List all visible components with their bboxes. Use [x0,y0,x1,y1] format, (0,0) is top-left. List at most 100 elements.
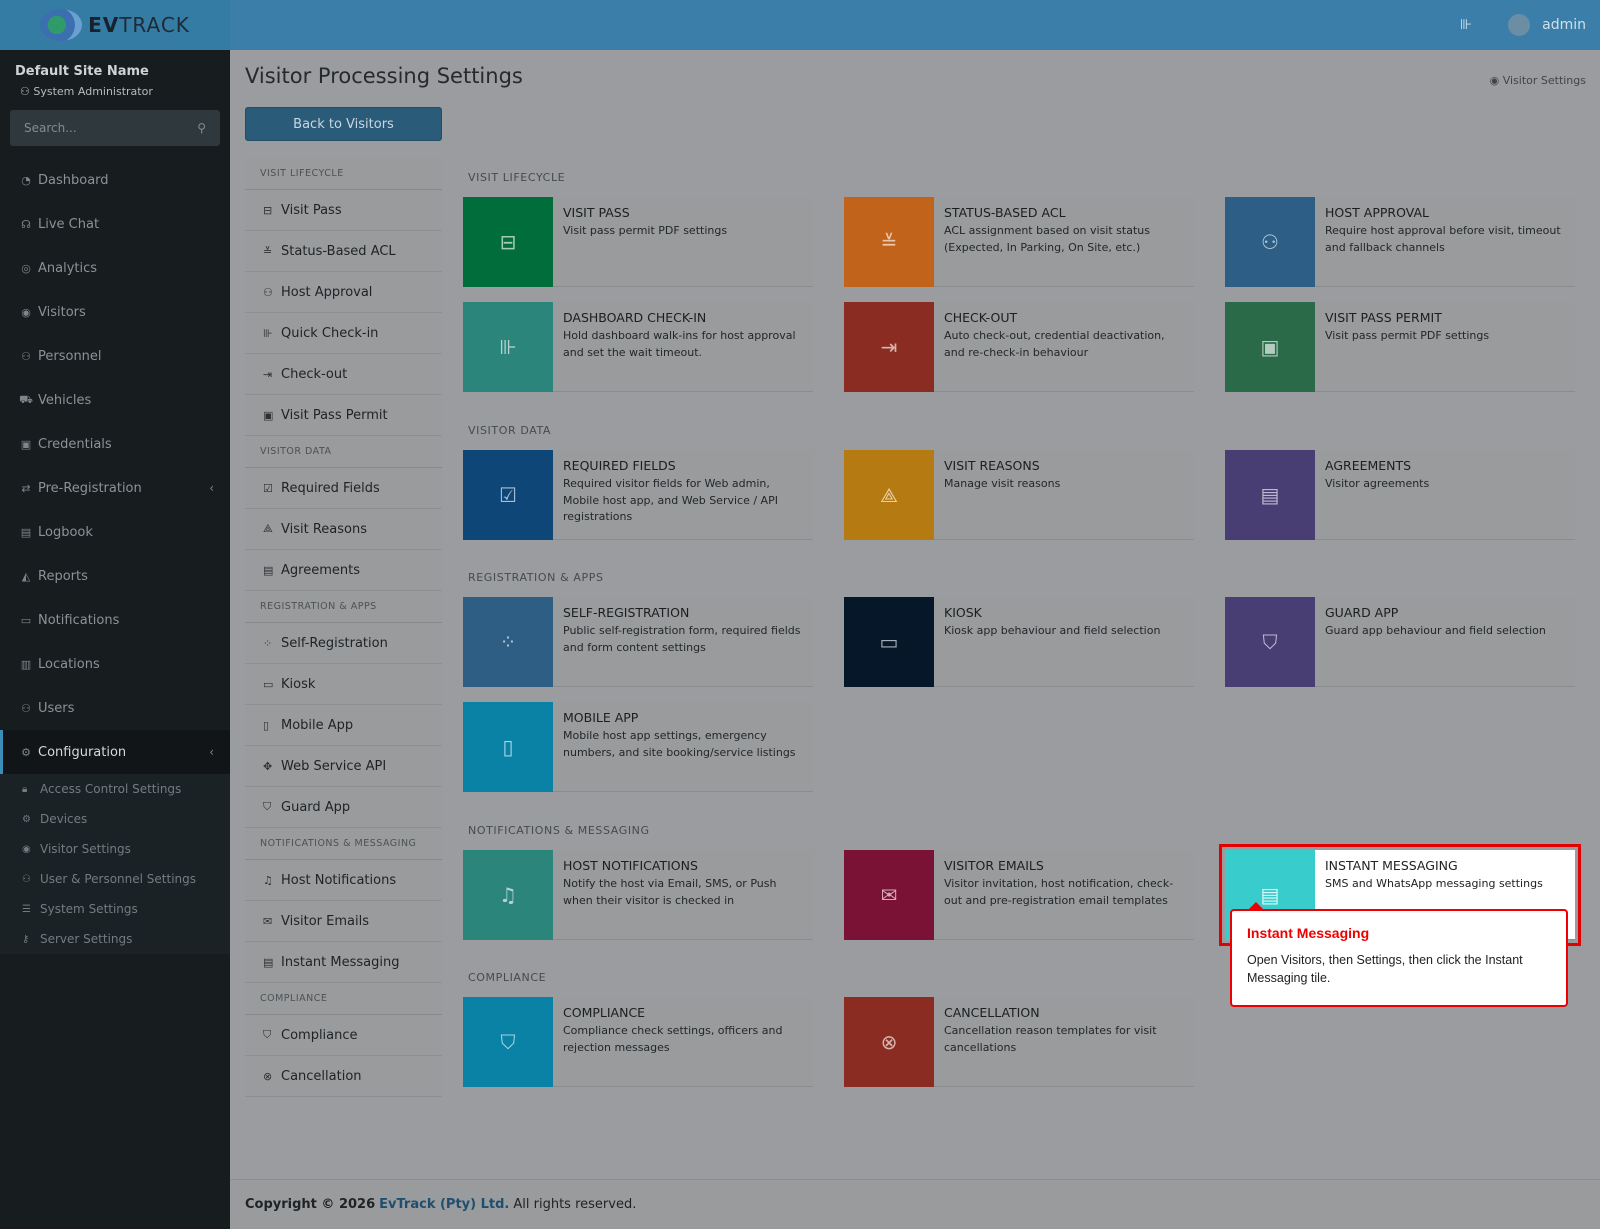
map-icon: ▥ [20,657,32,671]
tile-status-acl[interactable]: ≚ STATUS-BASED ACL ACL assignment based o… [844,197,1194,287]
sidebar-search-input[interactable]: Search... ⚲ [10,110,220,146]
menu-section-title: NOTIFICATIONS & MESSAGING [245,828,442,860]
tile-compliance[interactable]: ⛉ COMPLIANCE Compliance check settings, o… [463,997,813,1087]
tile-visit-pass-permit[interactable]: ▣ VISIT PASS PERMIT Visit pass permit PDF… [1225,302,1575,392]
sidebar-item-vehicles[interactable]: ⛟ Vehicles [0,378,230,422]
shapes-icon: ⟁ [844,450,934,540]
dashboard-icon: ◔ [21,173,31,187]
list-check-icon: ≚ [844,197,934,287]
door-icon: ⊪ [463,302,553,392]
chart-icon: ◭ [21,569,31,583]
sidebar-subitem-devices[interactable]: ⚙ Devices [0,804,230,834]
shield-check-icon: ⛉ [463,997,553,1087]
ticket-icon: ⊟ [263,203,273,217]
sidebar-item-notifications[interactable]: ▭ Notifications [0,598,230,642]
menu-item-web-service-api[interactable]: ✥ Web Service API [245,746,442,787]
tile-guard-app[interactable]: ⛉ GUARD APP Guard app behaviour and field… [1225,597,1575,687]
menu-item-mobile-app[interactable]: ▯ Mobile App [245,705,442,746]
sidebar-subitem-visitor-settings[interactable]: ◉ Visitor Settings [0,834,230,864]
ticket-icon: ⊟ [463,197,553,287]
tile-visit-pass[interactable]: ⊟ VISIT PASS Visit pass permit PDF settin… [463,197,813,287]
sidebar-item-dashboard[interactable]: ◔ Dashboard [0,158,230,202]
chevron-left-icon: ‹ [209,481,214,495]
menu-item-visit-reasons[interactable]: ⟁ Visit Reasons [245,509,442,550]
menu-item-kiosk[interactable]: ▭ Kiosk [245,664,442,705]
sidebar-item-reports[interactable]: ◭ Reports [0,554,230,598]
tiles-section-title: VISIT LIFECYCLE [468,171,566,184]
sidebar-item-configuration[interactable]: ⚙ Configuration ‹ [0,730,230,774]
eye-icon: ◉ [1489,74,1503,87]
list-check-icon: ≚ [263,244,273,258]
shield-icon: ⛉ [1225,597,1315,687]
tile-dashboard-checkin[interactable]: ⊪ DASHBOARD CHECK-IN Hold dashboard walk-… [463,302,813,392]
menu-item-visit-pass[interactable]: ⊟ Visit Pass [245,190,442,231]
tile-agreements[interactable]: ▤ AGREEMENTS Visitor agreements [1225,450,1575,540]
circle-x-icon: ⊗ [263,1069,273,1083]
id-card-icon: ▣ [20,437,32,451]
company-link[interactable]: EvTrack (Pty) Ltd. [379,1197,509,1212]
monitor-icon: ▭ [263,677,274,691]
message-icon: ▤ [263,955,274,969]
user-role: System Administrator [33,85,153,98]
user-icon: ⚇ [21,701,31,715]
sidebar-item-users[interactable]: ⚇ Users [0,686,230,730]
footer: Copyright © 2026 EvTrack (Pty) Ltd. All … [230,1179,1600,1229]
menu-item-host-notifications[interactable]: ♫ Host Notifications [245,860,442,901]
tile-mobile-app[interactable]: ▯ MOBILE APP Mobile host app settings, em… [463,702,813,792]
menu-item-checkout[interactable]: ⇥ Check-out [245,354,442,395]
tile-required-fields[interactable]: ☑ REQUIRED FIELDS Required visitor fields… [463,450,813,540]
phone-icon: ▯ [463,702,553,792]
sidebar-item-locations[interactable]: ▥ Locations [0,642,230,686]
menu-item-agreements[interactable]: ▤ Agreements [245,550,442,591]
tile-cancellation[interactable]: ⊗ CANCELLATION Cancellation reason templa… [844,997,1194,1087]
sidebar-subitem-user-personnel[interactable]: ⚇ User & Personnel Settings [0,864,230,894]
phone-icon: ▯ [263,718,270,732]
circle-x-icon: ⊗ [844,997,934,1087]
sidebar-subitem-server-settings[interactable]: ⚷ Server Settings [0,924,230,954]
tooltip-title: Instant Messaging [1247,925,1370,941]
user-name[interactable]: admin [1542,17,1586,33]
chevron-left-icon: ‹ [209,745,214,759]
tile-host-approval[interactable]: ⚇ HOST APPROVAL Require host approval bef… [1225,197,1575,287]
sidebar-subitem-system-settings[interactable]: ☰ System Settings [0,894,230,924]
site-name: Default Site Name [15,64,149,79]
document-icon: ▤ [1225,450,1315,540]
menu-item-self-registration[interactable]: ⁘ Self-Registration [245,623,442,664]
menu-item-compliance[interactable]: ⛉ Compliance [245,1015,442,1056]
tile-check-out[interactable]: ⇥ CHECK-OUT Auto check-out, credential de… [844,302,1194,392]
avatar[interactable] [1508,14,1531,36]
sidebar-item-personnel[interactable]: ⚇ Personnel [0,334,230,378]
menu-item-host-approval[interactable]: ⚇ Host Approval [245,272,442,313]
menu-item-visit-pass-permit[interactable]: ▣ Visit Pass Permit [245,395,442,436]
user-check-icon: ⚇ [1225,197,1315,287]
menu-item-cancellation[interactable]: ⊗ Cancellation [245,1056,442,1097]
tile-host-notifications[interactable]: ♫ HOST NOTIFICATIONS Notify the host via … [463,850,813,940]
brand-logo[interactable]: EVTRACK [0,0,230,50]
rights-text: All rights reserved. [513,1197,637,1212]
sidebar-item-logbook[interactable]: ▤ Logbook [0,510,230,554]
door-icon[interactable]: ⊪ [1460,17,1472,33]
tile-visit-reasons[interactable]: ⟁ VISIT REASONS Manage visit reasons [844,450,1194,540]
menu-item-guard-app[interactable]: ⛉ Guard App [245,787,442,828]
tile-kiosk[interactable]: ▭ KIOSK Kiosk app behaviour and field sel… [844,597,1194,687]
swap-icon: ⇄ [21,481,31,495]
menu-item-visitor-emails[interactable]: ✉ Visitor Emails [245,901,442,942]
users-icon: ⚇ [21,349,31,363]
breadcrumb[interactable]: ◉ Visitor Settings [1490,74,1586,87]
tile-visitor-emails[interactable]: ✉ VISITOR EMAILS Visitor invitation, host… [844,850,1194,940]
sidebar-item-analytics[interactable]: ◎ Analytics [0,246,230,290]
sidebar-item-visitors[interactable]: ◉ Visitors [0,290,230,334]
search-icon[interactable]: ⚲ [197,121,206,135]
sidebar-item-live-chat[interactable]: ☊ Live Chat [0,202,230,246]
back-to-visitors-button[interactable]: Back to Visitors [245,107,442,141]
tiles-section-title: COMPLIANCE [468,971,547,984]
sidebar-item-pre-registration[interactable]: ⇄ Pre-Registration ‹ [0,466,230,510]
sidebar-subitem-access-control[interactable]: 🔒︎ Access Control Settings [0,774,230,804]
menu-item-required-fields[interactable]: ☑ Required Fields [245,468,442,509]
menu-item-quick-checkin[interactable]: ⊪ Quick Check-in [245,313,442,354]
sidebar-item-credentials[interactable]: ▣ Credentials [0,422,230,466]
tile-self-registration[interactable]: ⁘ SELF-REGISTRATION Public self-registrat… [463,597,813,687]
menu-item-status-acl[interactable]: ≚ Status-Based ACL [245,231,442,272]
menu-item-instant-messaging[interactable]: ▤ Instant Messaging [245,942,442,983]
menu-section-title: COMPLIANCE [245,983,442,1015]
